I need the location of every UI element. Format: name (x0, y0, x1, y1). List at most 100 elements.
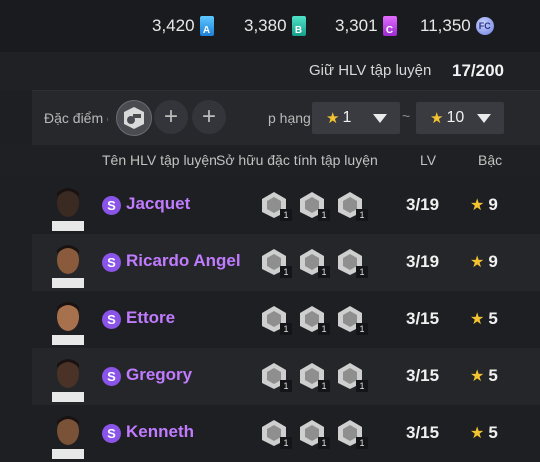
grade-value: 9 (488, 252, 498, 271)
col-name-header[interactable]: Tên HLV tập luyện (102, 152, 217, 168)
training-trait-icon[interactable]: 1 (298, 248, 330, 278)
coach-name[interactable]: Ettore (126, 308, 175, 328)
training-trait-icon[interactable]: 1 (336, 362, 368, 392)
trait-level: 1 (280, 209, 292, 221)
star-icon: ★ (470, 368, 485, 385)
currency-b: 3,380 B (244, 15, 306, 37)
coach-avatar (52, 302, 84, 345)
range-separator: ~ (402, 108, 411, 124)
trait-level: 1 (280, 323, 292, 335)
currency-c: 3,301 C (335, 15, 397, 37)
rank-max-value: 10 (446, 109, 465, 126)
rank-max-dropdown[interactable]: ★ 10 (416, 102, 504, 134)
trait-level: 1 (318, 323, 330, 335)
coach-lv: 3/19 (406, 252, 440, 271)
training-trait-icon[interactable]: 1 (336, 191, 368, 221)
table-row[interactable]: S Jacquet 1 1 1 3/19 ★ 9 (32, 177, 540, 234)
gem-c-icon: C (382, 16, 397, 36)
rank-min-dropdown[interactable]: ★ 1 (312, 102, 400, 134)
add-trait-button-1[interactable]: + (154, 100, 188, 134)
trait-list: 1 1 1 (260, 248, 380, 278)
s-rank-badge: S (102, 310, 121, 329)
coach-lv: 3/15 (406, 309, 440, 328)
rank-filter-label: p hạng (268, 110, 311, 126)
trait-list: 1 1 1 (260, 305, 380, 335)
training-trait-icon[interactable]: 1 (298, 191, 330, 221)
coach-name[interactable]: Ricardo Angel (126, 251, 241, 271)
trait-level: 1 (356, 437, 368, 449)
table-header: Tên HLV tập luyện Sở hữu đặc tính tập lu… (0, 145, 540, 177)
trait-level: 1 (356, 323, 368, 335)
star-icon: ★ (470, 254, 485, 271)
trait-level: 1 (356, 380, 368, 392)
coach-lv: 3/15 (406, 423, 440, 442)
trait-level: 1 (318, 380, 330, 392)
trait-filter-slot-1[interactable] (116, 100, 152, 136)
trait-level: 1 (356, 266, 368, 278)
coach-grade: ★ 9 (470, 252, 498, 272)
currency-c-value: 3,301 (335, 16, 378, 35)
table-row[interactable]: S Ricardo Angel 1 1 1 3/19 ★ 9 (32, 234, 540, 291)
training-trait-icon[interactable]: 1 (260, 362, 292, 392)
s-rank-badge: S (102, 367, 121, 386)
plus-icon: + (163, 103, 178, 130)
col-traits-header: Sở hữu đặc tính tập luyện (216, 152, 378, 168)
gem-b-icon: B (291, 16, 306, 36)
training-trait-icon[interactable]: 1 (336, 248, 368, 278)
coach-avatar (52, 245, 84, 288)
trait-list: 1 1 1 (260, 362, 380, 392)
table-row[interactable]: S Kenneth 1 1 1 3/15 ★ 5 (32, 405, 540, 462)
currency-fc: 11,350 FC (420, 15, 494, 37)
coach-lv: 3/15 (406, 366, 440, 385)
grade-value: 5 (488, 423, 498, 442)
plus-icon: + (201, 103, 216, 130)
coach-name[interactable]: Gregory (126, 365, 192, 385)
whistle-trait-icon (124, 107, 144, 129)
s-rank-badge: S (102, 424, 121, 443)
trait-level: 1 (356, 209, 368, 221)
coach-avatar (52, 416, 84, 459)
coach-grade: ★ 5 (470, 366, 498, 386)
training-trait-icon[interactable]: 1 (336, 305, 368, 335)
training-trait-icon[interactable]: 1 (298, 305, 330, 335)
fc-coin-icon: FC (475, 17, 494, 35)
coach-grade: ★ 9 (470, 195, 498, 215)
star-icon: ★ (430, 110, 444, 127)
coach-name[interactable]: Jacquet (126, 194, 190, 214)
currency-a: 3,420 A (152, 15, 214, 37)
chevron-down-icon (373, 114, 387, 123)
table-row[interactable]: S Gregory 1 1 1 3/15 ★ 5 (32, 348, 540, 405)
training-trait-icon[interactable]: 1 (298, 362, 330, 392)
table-row[interactable]: S Ettore 1 1 1 3/15 ★ 5 (32, 291, 540, 348)
grade-value: 5 (488, 309, 498, 328)
trait-level: 1 (318, 266, 330, 278)
chevron-down-icon (477, 114, 491, 123)
s-rank-badge: S (102, 253, 121, 272)
training-trait-icon[interactable]: 1 (298, 419, 330, 449)
currency-b-value: 3,380 (244, 16, 287, 35)
coach-grade: ★ 5 (470, 309, 498, 329)
hold-bar: Giữ HLV tập luyện 17/200 (0, 52, 540, 90)
add-trait-button-2[interactable]: + (192, 100, 226, 134)
currency-bar: 3,420 A 3,380 B 3,301 C 11,350 FC (0, 0, 540, 52)
grade-value: 9 (488, 195, 498, 214)
trait-level: 1 (280, 380, 292, 392)
col-lv-header[interactable]: LV (420, 152, 436, 168)
coach-lv: 3/19 (406, 195, 440, 214)
training-trait-icon[interactable]: 1 (260, 305, 292, 335)
training-trait-icon[interactable]: 1 (260, 248, 292, 278)
trait-level: 1 (318, 437, 330, 449)
coach-avatar (52, 359, 84, 402)
trait-level: 1 (280, 266, 292, 278)
col-grade-header[interactable]: Bậc (478, 152, 502, 168)
coach-name[interactable]: Kenneth (126, 422, 194, 442)
training-trait-icon[interactable]: 1 (336, 419, 368, 449)
training-trait-icon[interactable]: 1 (260, 419, 292, 449)
trait-filter-label: Đặc điểm c (44, 110, 108, 126)
training-trait-icon[interactable]: 1 (260, 191, 292, 221)
currency-a-value: 3,420 (152, 16, 195, 35)
hold-count: 17/200 (452, 61, 504, 80)
star-icon: ★ (470, 197, 485, 214)
star-icon: ★ (470, 311, 485, 328)
coach-avatar (52, 188, 84, 231)
